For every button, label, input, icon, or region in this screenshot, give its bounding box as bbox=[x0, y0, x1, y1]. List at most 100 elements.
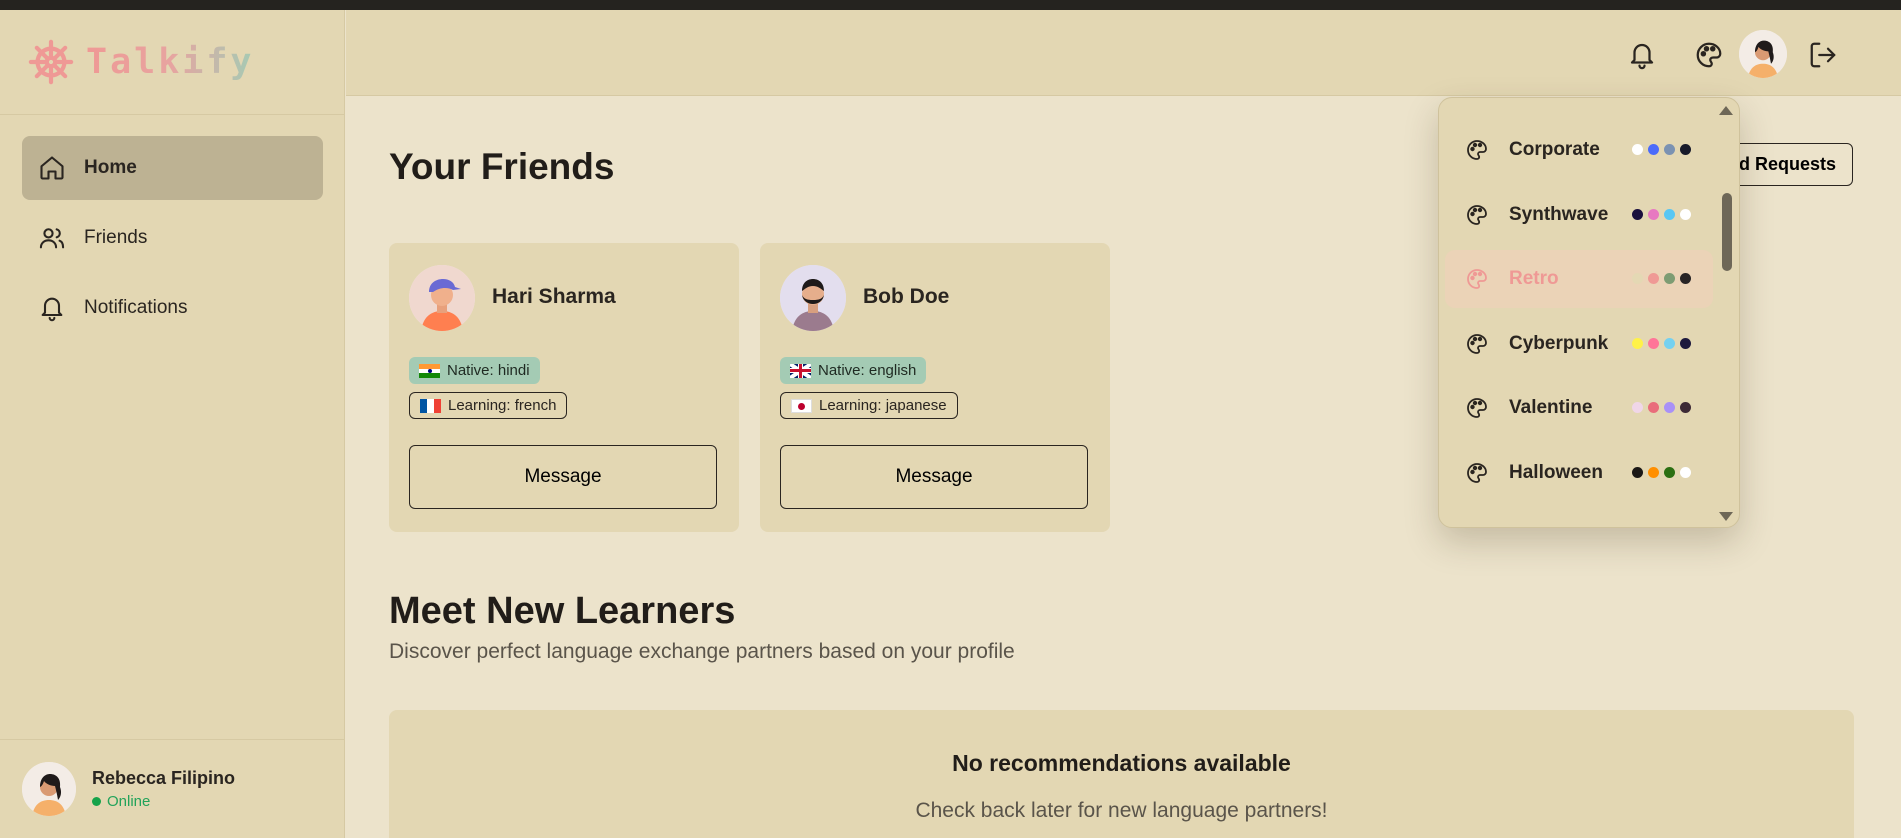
palette-icon bbox=[1467, 398, 1487, 418]
theme-label: Retro bbox=[1509, 268, 1559, 289]
sidebar-item-notifications[interactable]: Notifications bbox=[22, 276, 323, 340]
swatch bbox=[1632, 338, 1643, 349]
theme-dropdown[interactable]: Corporate Synthwave Retro Cyberpunk Vale… bbox=[1438, 97, 1740, 528]
swatch bbox=[1648, 467, 1659, 478]
sidebar-user[interactable]: Rebecca Filipino Online bbox=[22, 762, 235, 816]
message-button[interactable]: Message bbox=[780, 445, 1088, 509]
friend-card: Hari Sharma Native: hindi Learning: fren… bbox=[389, 243, 739, 532]
native-language-badge: Native: english bbox=[780, 357, 927, 384]
top-header bbox=[346, 10, 1901, 96]
swatch bbox=[1648, 209, 1659, 220]
sidebar: Talkify Home Friends Notifications Rebec… bbox=[0, 10, 345, 838]
swatch bbox=[1680, 144, 1691, 155]
swatch bbox=[1632, 209, 1643, 220]
color-swatches bbox=[1632, 273, 1691, 284]
avatar[interactable] bbox=[1739, 30, 1787, 78]
avatar bbox=[22, 762, 76, 816]
status-badge: Online bbox=[92, 793, 235, 810]
friend-card: Bob Doe Native: english Learning: japane… bbox=[760, 243, 1110, 532]
palette-icon bbox=[1467, 205, 1487, 225]
palette-icon bbox=[1467, 269, 1487, 289]
message-button[interactable]: Message bbox=[409, 445, 717, 509]
logout-button[interactable] bbox=[1806, 38, 1840, 72]
swatch bbox=[1648, 338, 1659, 349]
france-flag-icon bbox=[420, 398, 441, 413]
online-dot-icon bbox=[92, 797, 101, 806]
scroll-down-arrow-icon[interactable] bbox=[1719, 512, 1733, 521]
swatch bbox=[1632, 467, 1643, 478]
theme-option-halloween[interactable]: Halloween bbox=[1445, 444, 1713, 502]
swatch bbox=[1664, 273, 1675, 284]
japan-flag-icon bbox=[791, 398, 812, 413]
color-swatches bbox=[1632, 338, 1691, 349]
color-swatches bbox=[1632, 144, 1691, 155]
section-title: Meet New Learners bbox=[389, 590, 736, 632]
bell-icon bbox=[41, 297, 63, 322]
sidebar-bottom-divider bbox=[0, 739, 345, 740]
sidebar-nav: Home Friends Notifications bbox=[22, 136, 323, 346]
palette-icon bbox=[1467, 463, 1487, 483]
empty-state: No recommendations available Check back … bbox=[389, 710, 1854, 838]
sidebar-item-label: Friends bbox=[84, 227, 148, 248]
status-text: Online bbox=[107, 793, 151, 810]
learning-language-badge: Learning: japanese bbox=[780, 392, 958, 419]
user-name: Rebecca Filipino bbox=[92, 768, 236, 788]
palette-icon bbox=[1467, 334, 1487, 354]
uk-flag-icon bbox=[790, 363, 811, 378]
sidebar-item-friends[interactable]: Friends bbox=[22, 206, 323, 270]
theme-label: Halloween bbox=[1509, 462, 1603, 483]
ship-wheel-icon bbox=[28, 39, 74, 85]
swatch bbox=[1680, 467, 1691, 478]
theme-option-corporate[interactable]: Corporate bbox=[1445, 121, 1713, 179]
color-swatches bbox=[1632, 402, 1691, 413]
theme-label: Corporate bbox=[1509, 139, 1600, 160]
section-subtitle: Discover perfect language exchange partn… bbox=[389, 640, 1015, 663]
scroll-up-arrow-icon[interactable] bbox=[1719, 106, 1733, 115]
empty-state-subtitle: Check back later for new language partne… bbox=[915, 799, 1328, 822]
logo[interactable]: Talkify bbox=[28, 39, 255, 85]
logo-text: Talkify bbox=[86, 42, 255, 82]
swatch bbox=[1664, 338, 1675, 349]
swatch bbox=[1680, 338, 1691, 349]
sidebar-item-label: Notifications bbox=[84, 297, 188, 318]
native-language-text: Native: hindi bbox=[447, 362, 530, 379]
scrollbar-thumb[interactable] bbox=[1722, 193, 1732, 271]
swatch bbox=[1680, 273, 1691, 284]
palette-icon bbox=[1696, 42, 1722, 68]
learning-language-text: Learning: french bbox=[448, 397, 557, 414]
native-language-text: Native: english bbox=[818, 362, 917, 379]
swatch bbox=[1632, 402, 1643, 413]
color-swatches bbox=[1632, 467, 1691, 478]
friend-name: Bob Doe bbox=[863, 285, 950, 308]
theme-label: Cyberpunk bbox=[1509, 333, 1609, 354]
avatar bbox=[409, 265, 475, 331]
theme-option-valentine[interactable]: Valentine bbox=[1445, 379, 1713, 437]
theme-option-cyberpunk[interactable]: Cyberpunk bbox=[1445, 315, 1713, 373]
india-flag-icon bbox=[419, 363, 440, 378]
sidebar-divider bbox=[0, 114, 345, 115]
users-icon bbox=[39, 228, 65, 249]
theme-option-synthwave[interactable]: Synthwave bbox=[1445, 186, 1713, 244]
swatch bbox=[1632, 144, 1643, 155]
page-title: Your Friends bbox=[389, 146, 615, 187]
swatch bbox=[1648, 402, 1659, 413]
bell-icon bbox=[1630, 43, 1654, 70]
color-swatches bbox=[1632, 209, 1691, 220]
sidebar-item-label: Home bbox=[84, 157, 137, 178]
learning-language-text: Learning: japanese bbox=[819, 397, 947, 414]
swatch bbox=[1648, 144, 1659, 155]
theme-label: Valentine bbox=[1509, 397, 1593, 418]
theme-button[interactable] bbox=[1692, 38, 1726, 72]
empty-state-title: No recommendations available bbox=[952, 750, 1291, 776]
swatch bbox=[1680, 402, 1691, 413]
sidebar-item-home[interactable]: Home bbox=[22, 136, 323, 200]
palette-icon bbox=[1467, 140, 1487, 160]
swatch bbox=[1680, 209, 1691, 220]
swatch bbox=[1632, 273, 1643, 284]
notifications-button[interactable] bbox=[1625, 38, 1659, 72]
theme-option-retro[interactable]: Retro bbox=[1445, 250, 1713, 308]
native-language-badge: Native: hindi bbox=[409, 357, 540, 384]
swatch bbox=[1664, 144, 1675, 155]
swatch bbox=[1664, 467, 1675, 478]
home-icon bbox=[40, 156, 64, 180]
